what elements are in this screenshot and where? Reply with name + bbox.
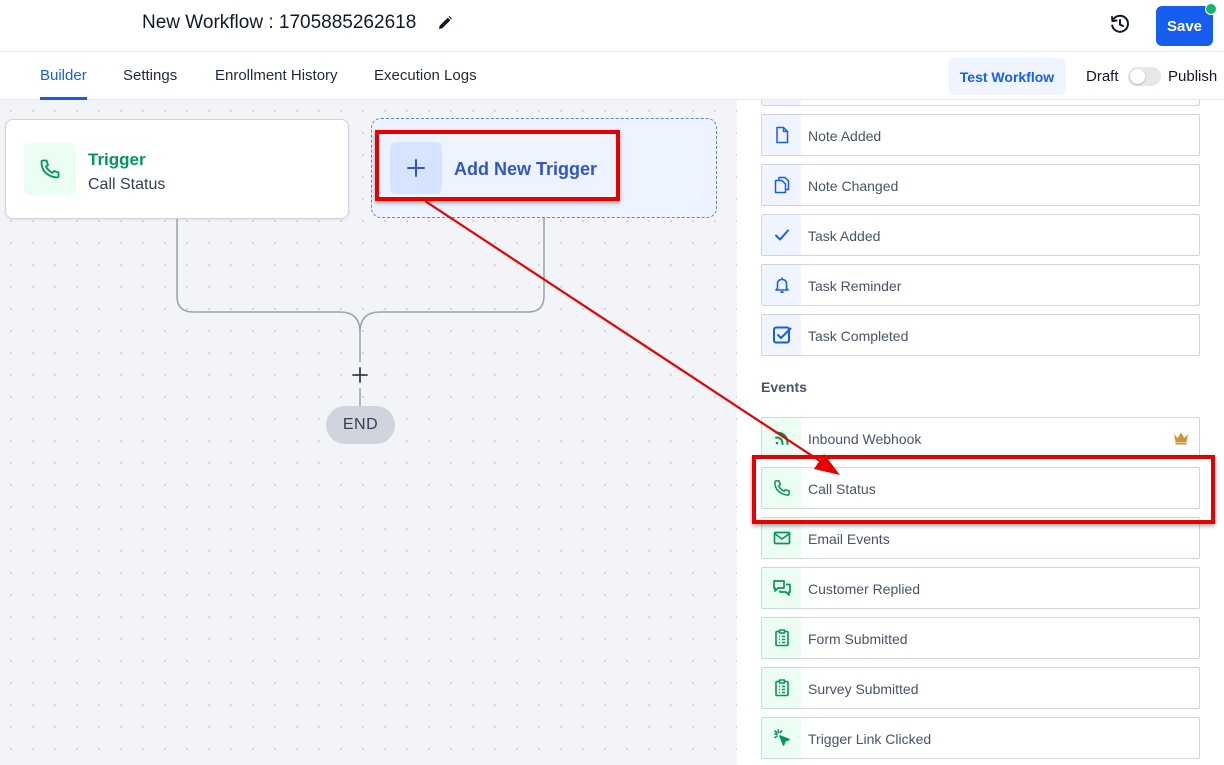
status-dot (1205, 3, 1217, 15)
phone-icon (773, 480, 790, 496)
item-label: Email Events (808, 531, 890, 547)
item-icon-box (762, 265, 801, 305)
item-icon-box (762, 668, 801, 708)
list-item-note-added[interactable]: Note Added (761, 114, 1200, 156)
trigger-subtitle: Call Status (88, 176, 166, 193)
item-icon-box (762, 418, 801, 458)
plus-icon (352, 367, 368, 383)
document-icon (775, 126, 788, 144)
add-new-trigger-card[interactable]: Add New Trigger (371, 118, 717, 218)
workflow-title: New Workflow : 1705885262618 (142, 12, 417, 33)
list-item[interactable] (761, 100, 1200, 106)
list-item-task-added[interactable]: Task Added (761, 214, 1200, 256)
add-new-trigger-label: Add New Trigger (454, 159, 598, 179)
workflow-canvas[interactable]: Trigger Call Status Add New Trigger END (0, 100, 737, 765)
item-icon-box (762, 718, 801, 758)
item-icon-box (762, 315, 801, 355)
history-icon[interactable] (1108, 12, 1132, 36)
item-icon-box (762, 568, 801, 608)
item-icon-box (762, 115, 801, 155)
cursor-click-icon (773, 729, 790, 746)
item-label: Task Reminder (808, 278, 902, 294)
list-item-trigger-link-clicked[interactable]: Trigger Link Clicked (761, 717, 1200, 759)
item-icon-box (762, 618, 801, 658)
chat-icon (772, 580, 791, 596)
item-label: Call Status (808, 481, 876, 497)
clipboard-icon (774, 629, 789, 647)
tab-builder[interactable]: Builder (40, 67, 87, 84)
end-node: END (326, 406, 395, 444)
list-item-survey-submitted[interactable]: Survey Submitted (761, 667, 1200, 709)
top-header: New Workflow : 1705885262618 Save (0, 0, 1224, 52)
draft-label: Draft (1086, 68, 1119, 85)
trigger-picker-panel[interactable]: Note Added Note Changed Task Added Task … (737, 100, 1224, 765)
save-button[interactable]: Save (1156, 6, 1213, 46)
publish-toggle[interactable] (1128, 67, 1161, 86)
item-label: Task Added (808, 228, 881, 244)
item-label: Task Completed (808, 328, 909, 344)
documents-icon (774, 176, 789, 194)
mail-icon (773, 531, 790, 545)
item-label: Inbound Webhook (808, 431, 922, 447)
workflow-builder-app: New Workflow : 1705885262618 Save Builde… (0, 0, 1224, 765)
add-action-button[interactable] (347, 362, 373, 388)
trigger-title: Trigger (88, 150, 146, 169)
item-icon-box (762, 165, 801, 205)
tab-bar: Builder Settings Enrollment History Exec… (0, 52, 1224, 100)
add-icon-box (390, 142, 442, 194)
check-icon (774, 229, 789, 241)
rss-icon (774, 431, 788, 445)
bell-icon (774, 277, 789, 294)
item-icon-box (762, 215, 801, 255)
item-label: Form Submitted (808, 631, 908, 647)
list-item-call-status[interactable]: Call Status (761, 467, 1200, 509)
crown-icon (1174, 432, 1188, 445)
tab-settings[interactable]: Settings (123, 67, 177, 84)
item-icon-box (762, 518, 801, 558)
list-item-inbound-webhook[interactable]: Inbound Webhook (761, 417, 1200, 459)
list-item-email-events[interactable]: Email Events (761, 517, 1200, 559)
tab-enrollment-history[interactable]: Enrollment History (215, 67, 338, 84)
checkbox-icon (772, 326, 791, 344)
item-icon-box (762, 100, 801, 105)
plus-icon (407, 159, 425, 177)
item-label: Trigger Link Clicked (808, 731, 932, 747)
list-item-customer-replied[interactable]: Customer Replied (761, 567, 1200, 609)
phone-icon (40, 159, 60, 179)
pencil-icon[interactable] (437, 15, 453, 31)
list-item-form-submitted[interactable]: Form Submitted (761, 617, 1200, 659)
item-label: Survey Submitted (808, 681, 919, 697)
list-item-task-completed[interactable]: Task Completed (761, 314, 1200, 356)
clipboard-icon (774, 679, 789, 697)
publish-label: Publish (1168, 68, 1218, 85)
toggle-knob (1130, 69, 1145, 84)
item-label: Note Added (808, 128, 882, 144)
item-label: Note Changed (808, 178, 899, 194)
list-item-note-changed[interactable]: Note Changed (761, 164, 1200, 206)
test-workflow-button[interactable]: Test Workflow (948, 58, 1066, 95)
item-icon-box (762, 468, 801, 508)
tab-execution-logs[interactable]: Execution Logs (374, 67, 477, 84)
item-label: Customer Replied (808, 581, 921, 597)
trigger-card[interactable]: Trigger Call Status (5, 119, 349, 219)
list-item-task-reminder[interactable]: Task Reminder (761, 264, 1200, 306)
trigger-icon-box (24, 143, 76, 195)
events-section-header: Events (761, 379, 807, 395)
